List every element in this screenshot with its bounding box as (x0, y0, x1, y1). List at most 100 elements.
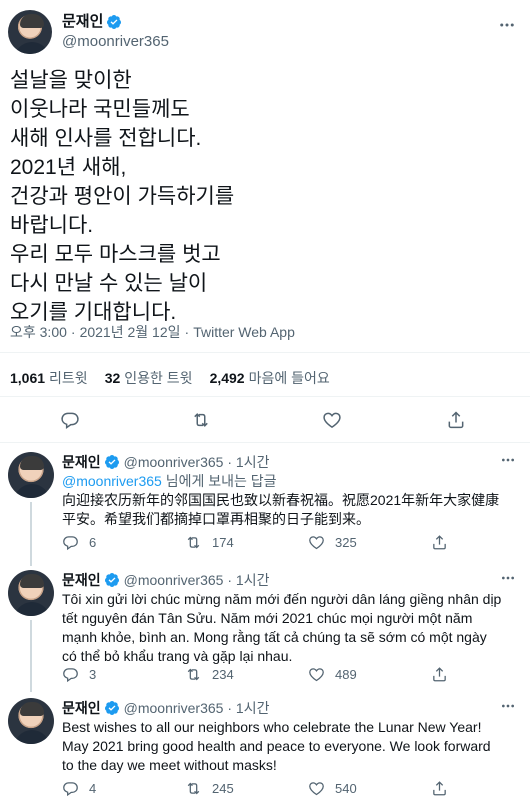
thread-line (30, 502, 32, 566)
heart-icon (309, 667, 324, 681)
thread-line (30, 620, 32, 692)
reply-count: 3 (89, 666, 97, 682)
divider (0, 442, 530, 443)
meta-separator: · (223, 454, 236, 470)
reply-header: 문재인 @moonriver365 · 1시간 (62, 570, 269, 590)
reply-icon (61, 412, 79, 429)
reply-body: Best wishes to all our neighbors who cel… (62, 718, 502, 775)
meta-separator: · (184, 324, 190, 340)
reply-icon (63, 535, 78, 550)
heart-icon (309, 535, 324, 549)
verified-badge-icon (104, 701, 119, 715)
quotes-stat[interactable]: 32 인용한 트윗 (105, 368, 193, 388)
share-icon (433, 666, 446, 681)
author-name[interactable]: 문재인 (62, 452, 101, 472)
verified-badge-icon (104, 573, 119, 587)
reply-actions: 6 174 325 (62, 533, 502, 551)
retweet-button[interactable] (189, 408, 213, 432)
reply-button[interactable]: 6 (62, 533, 185, 551)
tweet-time[interactable]: 1시간 (236, 698, 270, 718)
like-count: 325 (335, 534, 357, 550)
author-handle[interactable]: @moonriver365 (124, 454, 224, 470)
author-name[interactable]: 문재인 (62, 13, 103, 31)
reply-text: Best wishes to all our neighbors who cel… (62, 719, 491, 773)
author-name-row[interactable]: 문재인 (62, 13, 169, 31)
retweet-button[interactable]: 234 (185, 665, 308, 683)
retweets-stat[interactable]: 1,061 리트윗 (10, 368, 88, 388)
meta-separator: · (223, 572, 236, 588)
reply-body: @moonriver365 님에게 보내는 답글 向迎接农历新年的邻国国民也致以… (62, 472, 502, 529)
share-button[interactable] (431, 779, 458, 797)
reply-header: 문재인 @moonriver365 · 1시간 (62, 452, 269, 472)
reply-button[interactable] (58, 408, 82, 432)
tweet-text: 설날을 맞이한 이웃나라 국민들께도 새해 인사를 전합니다. 2021년 새해… (10, 69, 235, 324)
reply-text: 向迎接农历新年的邻国国民也致以新春祝福。祝愿2021年新年大家健康平安。希望我们… (62, 492, 500, 527)
reply-button[interactable]: 3 (62, 665, 185, 683)
retweet-icon (187, 536, 200, 548)
share-button[interactable] (444, 408, 468, 432)
reply-button[interactable]: 4 (62, 779, 185, 797)
tweet-meta: 오후 3:00 · 2021년 2월 12일 · Twitter Web App (10, 322, 295, 342)
main-tweet-actions (0, 408, 530, 432)
tweet-time[interactable]: 오후 3:00 (10, 324, 67, 340)
avatar[interactable] (8, 698, 54, 744)
author-handle[interactable]: @moonriver365 (62, 33, 169, 51)
main-tweet-header: 문재인 @moonriver365 (8, 10, 169, 54)
heart-icon (323, 412, 341, 428)
like-count: 540 (335, 780, 357, 796)
retweet-count: 174 (212, 534, 234, 550)
avatar[interactable] (8, 452, 54, 498)
likes-stat[interactable]: 2,492 마음에 들어요 (210, 368, 330, 388)
divider (0, 396, 530, 397)
verified-badge-icon (104, 455, 119, 469)
author-name[interactable]: 문재인 (62, 698, 101, 718)
share-icon (433, 780, 446, 795)
share-button[interactable] (431, 533, 458, 551)
tweet-time[interactable]: 1시간 (236, 452, 270, 472)
avatar[interactable] (8, 10, 52, 54)
more-icon[interactable] (498, 16, 516, 39)
more-icon[interactable] (500, 698, 516, 717)
reply-text: Tôi xin gửi lời chúc mừng năm mới đến ng… (62, 591, 502, 664)
share-button[interactable] (431, 665, 458, 683)
like-count: 489 (335, 666, 357, 682)
tweet-source[interactable]: Twitter Web App (193, 324, 295, 340)
retweet-icon (187, 782, 200, 794)
reply-icon (63, 667, 78, 682)
reply-icon (63, 781, 78, 796)
meta-separator: · (70, 324, 76, 340)
reply-body: Tôi xin gửi lời chúc mừng năm mới đến ng… (62, 590, 502, 666)
tweet-date[interactable]: 2021년 2월 12일 (80, 324, 181, 340)
retweet-count: 234 (212, 666, 234, 682)
reply-actions: 3 234 489 (62, 665, 502, 683)
reply-header: 문재인 @moonriver365 · 1시간 (62, 698, 269, 718)
heart-icon (309, 781, 324, 795)
like-button[interactable]: 489 (308, 665, 431, 683)
tweet-time[interactable]: 1시간 (236, 570, 270, 590)
meta-separator: · (223, 700, 236, 716)
reply-count: 6 (89, 534, 97, 550)
retweet-button[interactable]: 245 (185, 779, 308, 797)
reply-count: 4 (89, 780, 97, 796)
reply-actions: 4 245 540 (62, 779, 502, 797)
retweet-count: 245 (212, 780, 234, 796)
replying-to: @moonriver365 님에게 보내는 답글 (62, 473, 277, 489)
replying-to-handle[interactable]: @moonriver365 (62, 473, 162, 489)
more-icon[interactable] (500, 452, 516, 471)
retweet-icon (187, 668, 200, 680)
like-button[interactable] (320, 408, 344, 432)
share-icon (433, 534, 446, 549)
avatar[interactable] (8, 570, 54, 616)
author-handle[interactable]: @moonriver365 (124, 700, 224, 716)
verified-badge-icon (107, 15, 122, 29)
tweet-stats: 1,061 리트윗 32 인용한 트윗 2,492 마음에 들어요 (10, 368, 330, 388)
retweet-icon (194, 413, 208, 427)
more-icon[interactable] (500, 570, 516, 589)
author-name[interactable]: 문재인 (62, 570, 101, 590)
like-button[interactable]: 540 (308, 779, 431, 797)
like-button[interactable]: 325 (308, 533, 431, 551)
divider (0, 352, 530, 353)
retweet-button[interactable]: 174 (185, 533, 308, 551)
author-handle[interactable]: @moonriver365 (124, 572, 224, 588)
share-icon (448, 411, 464, 429)
